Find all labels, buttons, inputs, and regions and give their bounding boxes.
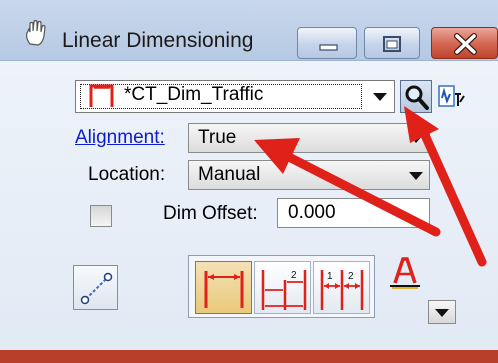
dimension-size-arrow-icon [204, 271, 244, 308]
svg-text:2: 2 [348, 271, 354, 282]
search-style-button[interactable] [400, 80, 432, 113]
svg-text:1: 1 [327, 271, 333, 282]
close-icon [454, 33, 477, 55]
dimension-size-arrow-button[interactable] [195, 261, 252, 314]
window-title: Linear Dimensioning [62, 29, 254, 52]
chevron-down-icon [409, 135, 423, 143]
minimize-icon [319, 44, 338, 51]
dimension-size-stroke-icon: 2 [261, 270, 307, 310]
location-value: Manual [198, 164, 261, 185]
chevron-down-icon [373, 93, 387, 101]
dimension-text-button[interactable] [386, 253, 424, 291]
svg-text:2: 2 [291, 270, 297, 281]
dim-offset-input[interactable]: 0.000 [277, 198, 430, 228]
alignment-label[interactable]: Alignment: [75, 127, 165, 149]
title-bar[interactable]: Linear Dimensioning [0, 0, 498, 61]
magnifier-icon [405, 85, 429, 110]
dimension-style-value: *CT_Dim_Traffic [124, 84, 264, 105]
dim-offset-label: Dim Offset: [163, 203, 258, 224]
location-label: Location: [88, 164, 166, 185]
minimize-button[interactable] [297, 27, 357, 59]
pick-style-icon [438, 85, 465, 107]
close-button[interactable] [431, 27, 498, 59]
pick-style-button[interactable] [436, 82, 468, 113]
alignment-value: True [198, 127, 237, 148]
location-dropdown[interactable]: Manual [188, 160, 430, 190]
maximize-icon [383, 36, 401, 52]
dim-offset-checkbox[interactable] [90, 205, 112, 227]
dimension-text-icon [390, 257, 420, 289]
dimension-element-button[interactable] [73, 265, 118, 310]
chevron-down-icon [435, 309, 449, 317]
text-options-dropdown[interactable] [428, 300, 456, 324]
dimension-style-dropdown[interactable]: *CT_Dim_Traffic [75, 80, 395, 113]
chevron-down-icon [409, 172, 423, 180]
dimension-tool-group: 2 1 2 [188, 255, 375, 318]
dim-offset-value: 0.000 [288, 202, 336, 223]
dimension-location-stacked-icon: 1 2 [320, 270, 364, 310]
hand-icon [26, 20, 46, 46]
maximize-button[interactable] [364, 27, 420, 59]
linear-dimensioning-window: Linear Dimensioning *CT_Dim_Traffic Alig… [0, 0, 498, 363]
alignment-dropdown[interactable]: True [188, 123, 430, 153]
bottom-edge [0, 350, 498, 363]
dimension-element-icon [80, 272, 113, 305]
dimension-location-stacked-button[interactable]: 1 2 [313, 261, 370, 314]
dimension-style-icon [89, 84, 114, 107]
dimension-size-stroke-button[interactable]: 2 [254, 261, 311, 314]
